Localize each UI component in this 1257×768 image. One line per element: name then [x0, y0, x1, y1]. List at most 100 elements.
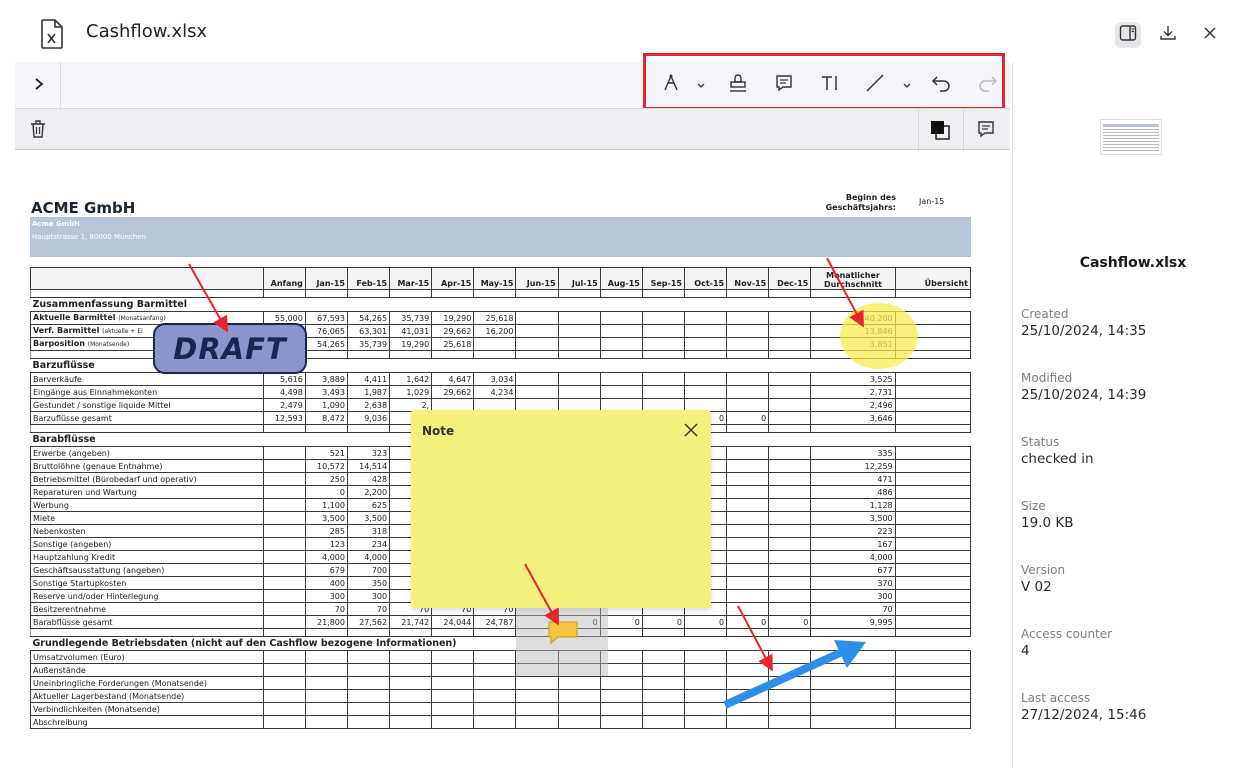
- table-cell[interactable]: [599, 676, 643, 690]
- table-cell[interactable]: [262, 702, 306, 716]
- table-cell[interactable]: [389, 650, 433, 664]
- table-cell[interactable]: 3,889: [304, 372, 348, 386]
- table-cell[interactable]: [726, 702, 770, 716]
- table-cell[interactable]: [641, 311, 685, 325]
- table-cell[interactable]: 24,044: [431, 615, 475, 629]
- table-cell[interactable]: 2,479: [262, 398, 306, 412]
- delete-annotation-button[interactable]: [27, 118, 49, 140]
- table-cell[interactable]: [726, 650, 770, 664]
- table-cell[interactable]: 1,987: [346, 385, 391, 399]
- highlight-circle-annotation[interactable]: [840, 303, 918, 369]
- table-cell[interactable]: [262, 663, 306, 677]
- table-cell[interactable]: [894, 650, 972, 664]
- table-cell[interactable]: 2,638: [346, 398, 391, 412]
- expand-sidebar-button[interactable]: [27, 73, 51, 97]
- table-cell[interactable]: [262, 550, 306, 564]
- table-cell[interactable]: [683, 663, 728, 677]
- table-cell[interactable]: [726, 715, 770, 729]
- table-cell[interactable]: 16,200: [473, 324, 517, 338]
- table-cell[interactable]: [894, 472, 972, 486]
- table-cell[interactable]: [894, 689, 972, 703]
- table-cell[interactable]: [262, 537, 306, 551]
- table-cell[interactable]: [683, 676, 728, 690]
- table-cell[interactable]: [894, 446, 972, 460]
- ink-pen-tool[interactable]: [658, 72, 684, 98]
- table-cell[interactable]: [473, 337, 517, 351]
- table-cell[interactable]: [557, 385, 601, 399]
- table-cell[interactable]: 9,036: [346, 411, 391, 425]
- table-cell[interactable]: 70: [810, 602, 896, 616]
- table-cell[interactable]: [683, 650, 728, 664]
- table-cell[interactable]: [768, 446, 812, 460]
- table-cell[interactable]: 521: [304, 446, 348, 460]
- table-cell[interactable]: 2,496: [810, 398, 896, 412]
- table-cell[interactable]: 21,800: [304, 615, 348, 629]
- table-cell[interactable]: 4,000: [346, 550, 391, 564]
- table-cell[interactable]: [262, 650, 306, 664]
- table-cell[interactable]: 0: [683, 615, 728, 629]
- table-cell[interactable]: [641, 663, 685, 677]
- table-cell[interactable]: 12,593: [262, 411, 306, 425]
- table-cell[interactable]: [894, 563, 972, 577]
- table-cell[interactable]: [262, 472, 306, 486]
- table-cell[interactable]: [389, 676, 433, 690]
- table-cell[interactable]: [389, 702, 433, 716]
- table-cell[interactable]: 3,500: [810, 511, 896, 525]
- table-cell[interactable]: [683, 702, 728, 716]
- table-cell[interactable]: [894, 398, 972, 412]
- table-cell[interactable]: [683, 689, 728, 703]
- table-cell[interactable]: [768, 372, 812, 386]
- table-cell[interactable]: 25,618: [431, 337, 475, 351]
- table-cell[interactable]: [726, 324, 770, 338]
- table-cell[interactable]: [599, 715, 643, 729]
- table-cell[interactable]: [557, 324, 601, 338]
- table-cell[interactable]: [262, 446, 306, 460]
- table-cell[interactable]: [894, 511, 972, 525]
- table-cell[interactable]: 234: [346, 537, 391, 551]
- table-cell[interactable]: [768, 715, 812, 729]
- redo-button[interactable]: [974, 72, 1000, 98]
- table-cell[interactable]: 300: [810, 589, 896, 603]
- table-cell[interactable]: [262, 511, 306, 525]
- table-cell[interactable]: [726, 398, 770, 412]
- table-cell[interactable]: [262, 576, 306, 590]
- table-cell[interactable]: [768, 459, 812, 473]
- table-cell[interactable]: [726, 524, 770, 538]
- table-cell[interactable]: [768, 485, 812, 499]
- table-cell[interactable]: [262, 563, 306, 577]
- table-cell[interactable]: [262, 615, 306, 629]
- table-cell[interactable]: [768, 563, 812, 577]
- table-cell[interactable]: [894, 485, 972, 499]
- table-cell[interactable]: [726, 602, 770, 616]
- table-cell[interactable]: [683, 337, 728, 351]
- table-cell[interactable]: 29,662: [431, 324, 475, 338]
- table-cell[interactable]: [894, 676, 972, 690]
- table-cell[interactable]: 0: [641, 615, 685, 629]
- table-cell[interactable]: [346, 676, 391, 690]
- table-cell[interactable]: 21,742: [389, 615, 433, 629]
- table-cell[interactable]: 486: [810, 485, 896, 499]
- table-cell[interactable]: [346, 663, 391, 677]
- download-button[interactable]: [1155, 22, 1181, 48]
- table-cell[interactable]: 1,128: [810, 498, 896, 512]
- table-cell[interactable]: 3,500: [346, 511, 391, 525]
- line-options-dropdown[interactable]: [898, 72, 916, 98]
- table-cell[interactable]: 29,662: [431, 385, 475, 399]
- table-cell[interactable]: [262, 485, 306, 499]
- table-cell[interactable]: [726, 576, 770, 590]
- table-cell[interactable]: [262, 498, 306, 512]
- table-cell[interactable]: 625: [346, 498, 391, 512]
- table-cell[interactable]: [262, 602, 306, 616]
- table-cell[interactable]: 4,411: [346, 372, 391, 386]
- note-icon[interactable]: [546, 616, 580, 646]
- table-cell[interactable]: [473, 676, 517, 690]
- table-cell[interactable]: 0: [726, 411, 770, 425]
- table-cell[interactable]: [262, 715, 306, 729]
- table-cell[interactable]: [726, 485, 770, 499]
- table-cell[interactable]: 67,593: [304, 311, 348, 325]
- table-cell[interactable]: [768, 702, 812, 716]
- table-cell[interactable]: 0: [304, 485, 348, 499]
- table-cell[interactable]: [768, 411, 812, 425]
- table-cell[interactable]: 76,065: [304, 324, 348, 338]
- table-cell[interactable]: 63,301: [346, 324, 391, 338]
